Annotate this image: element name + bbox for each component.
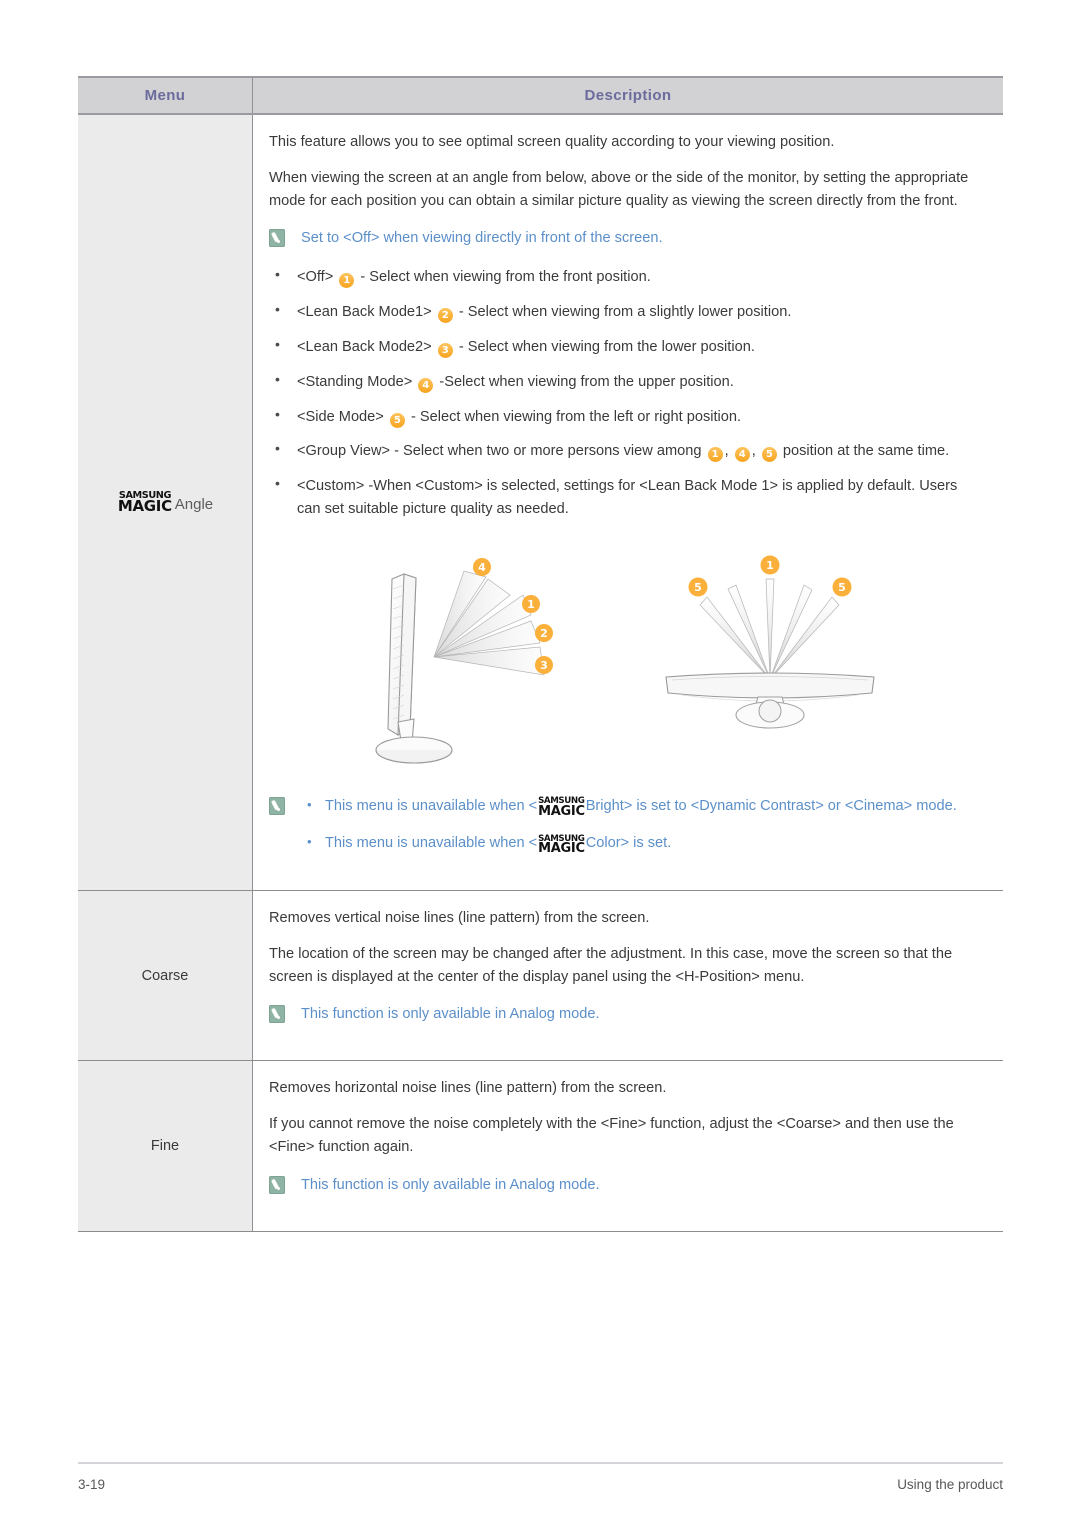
menu-cell-magic-angle: SAMSUNG MAGIC Angle	[78, 115, 253, 890]
footer-page-number: 3-19	[78, 1477, 106, 1492]
samsung-magic-logo: SAMSUNG MAGIC	[538, 833, 585, 857]
figure-badge-1: 1	[522, 594, 540, 613]
number-badge-3-icon: 3	[437, 343, 453, 359]
number-badge-4-icon: 4	[418, 377, 434, 393]
mode-label: <Side Mode>	[297, 408, 384, 425]
number-badge-2-icon: 2	[437, 308, 453, 324]
mode-label: <Lean Back Mode2>	[297, 339, 432, 356]
table-row-coarse: Coarse Removes vertical noise lines (lin…	[78, 890, 1003, 1062]
mode-label: <Standing Mode>	[297, 373, 413, 390]
note-text-pre: This menu is unavailable when <	[325, 797, 538, 814]
svg-text:1: 1	[766, 559, 774, 572]
viewing-cones	[433, 570, 545, 676]
note-list-item-color: This menu is unavailable when <SAMSUNGMA…	[301, 831, 957, 857]
table-row-fine: Fine Removes horizontal noise lines (lin…	[78, 1061, 1003, 1232]
group-view-prefix: <Group View> - Select when two or more p…	[297, 443, 702, 460]
note-pencil-icon	[269, 1005, 285, 1024]
number-badge-1-icon: 1	[707, 447, 723, 463]
figure-badge-2: 2	[535, 623, 553, 642]
footer-section-title: Using the product	[897, 1477, 1003, 1492]
comma-separator: ,	[724, 443, 729, 460]
monitor-body	[387, 572, 417, 736]
svg-text:5: 5	[838, 581, 846, 594]
table-row-magic-angle: SAMSUNG MAGIC Angle This feature allows …	[78, 115, 1003, 891]
description-cell-coarse: Removes vertical noise lines (line patte…	[253, 890, 1003, 1061]
group-view-suffix: position at the same time.	[782, 443, 950, 460]
menu-label-word: Angle	[174, 496, 214, 514]
svg-text:2: 2	[540, 627, 548, 640]
note-unavailable-group: This menu is unavailable when <SAMSUNGMA…	[269, 794, 981, 857]
angle-paragraph-1: This feature allows you to see optimal s…	[269, 134, 835, 150]
note-text-post: Bright> is set to <Dynamic Contrast> or …	[585, 797, 957, 814]
number-badge-1-icon: 1	[339, 273, 355, 289]
svg-text:1: 1	[527, 598, 535, 611]
figure-badge-1-center: 1	[760, 555, 780, 575]
figure-badge-5-right: 5	[832, 577, 852, 597]
viewing-angle-figures: 4 1 2 3 5 1 5	[269, 547, 981, 777]
mode-label: <Lean Back Mode1>	[297, 304, 432, 321]
mode-label: <Off>	[297, 269, 334, 286]
monitor-top-view-illustration: 5 1 5	[665, 555, 875, 729]
mode-description: - Select when viewing from a slightly lo…	[458, 304, 792, 321]
note-pencil-icon	[269, 1175, 285, 1194]
number-badge-5-icon: 5	[761, 447, 777, 463]
menu-cell-fine: Fine	[78, 1061, 253, 1231]
note-list-item-bright: This menu is unavailable when <SAMSUNGMA…	[301, 794, 957, 819]
figure-badge-4: 4	[473, 557, 491, 576]
mode-description: -Select when viewing from the upper posi…	[439, 373, 734, 390]
monitor-stand	[375, 717, 453, 764]
list-item: <Lean Back Mode1> 2 - Select when viewin…	[269, 299, 981, 324]
monitor-stand-top	[735, 696, 805, 729]
list-item-group-view: <Group View> - Select when two or more p…	[269, 438, 981, 463]
note-fine-analog-text: This function is only available in Analo…	[301, 1176, 600, 1193]
note-set-to-off: Set to <Off> when viewing directly in fr…	[269, 227, 981, 250]
note-coarse-analog: This function is only available in Analo…	[269, 1003, 981, 1026]
mode-description: - Select when viewing from the lower pos…	[458, 339, 755, 356]
note-pencil-icon	[269, 796, 285, 815]
coarse-paragraph-2: The location of the screen may be change…	[269, 945, 953, 985]
note-text-post: Color> is set.	[585, 835, 672, 852]
list-item-custom: <Custom> -When <Custom> is selected, set…	[269, 473, 981, 521]
description-cell-magic-angle: This feature allows you to see optimal s…	[253, 115, 1003, 890]
description-cell-fine: Removes horizontal noise lines (line pat…	[253, 1061, 1003, 1231]
comma-separator: ,	[751, 443, 756, 460]
note-coarse-analog-text: This function is only available in Analo…	[301, 1006, 600, 1023]
fine-paragraph-2: If you cannot remove the noise completel…	[269, 1116, 954, 1156]
svg-text:5: 5	[694, 581, 702, 594]
list-item: <Off> 1 - Select when viewing from the f…	[269, 265, 981, 289]
column-header-description: Description	[584, 87, 672, 104]
mode-description: - Select when viewing from the left or r…	[410, 408, 742, 425]
note-pencil-icon	[269, 229, 285, 248]
unavailable-notes-list: This menu is unavailable when <SAMSUNGMA…	[301, 794, 957, 857]
table-header-row: Menu Description	[78, 76, 1003, 115]
coarse-paragraph-1: Removes vertical noise lines (line patte…	[269, 909, 650, 926]
manual-table: Menu Description SAMSUNG MAGIC Angle Thi…	[78, 76, 1003, 1232]
list-item: <Lean Back Mode2> 3 - Select when viewin…	[269, 334, 981, 359]
angle-mode-list: <Off> 1 - Select when viewing from the f…	[269, 265, 981, 521]
viewing-cones	[699, 578, 840, 679]
page-footer: 3-19 Using the product	[78, 1462, 1003, 1492]
figure-badge-3: 3	[535, 655, 553, 674]
fine-paragraph-1: Removes horizontal noise lines (line pat…	[269, 1080, 667, 1097]
menu-cell-coarse: Coarse	[78, 890, 253, 1061]
samsung-magic-logo: SAMSUNG MAGIC	[117, 489, 172, 516]
list-item: <Standing Mode> 4 -Select when viewing f…	[269, 369, 981, 394]
list-item: <Side Mode> 5 - Select when viewing from…	[269, 404, 981, 429]
monitor-side-view-illustration: 4 1 2 3	[375, 557, 553, 764]
note-set-to-off-text: Set to <Off> when viewing directly in fr…	[301, 230, 663, 247]
mode-description: - Select when viewing from the front pos…	[360, 269, 651, 286]
note-fine-analog: This function is only available in Analo…	[269, 1174, 981, 1197]
svg-text:4: 4	[478, 561, 486, 574]
column-header-menu: Menu	[78, 78, 253, 113]
note-text-pre: This menu is unavailable when <	[325, 835, 538, 852]
number-badge-4-icon: 4	[734, 447, 750, 463]
number-badge-5-icon: 5	[389, 412, 405, 428]
angle-paragraph-2: When viewing the screen at an angle from…	[269, 170, 969, 210]
samsung-magic-logo: SAMSUNG MAGIC	[538, 796, 585, 819]
figure-badge-5-left: 5	[688, 577, 708, 597]
samsung-magic-angle-label: SAMSUNG MAGIC Angle	[117, 491, 213, 515]
svg-text:3: 3	[540, 659, 548, 672]
